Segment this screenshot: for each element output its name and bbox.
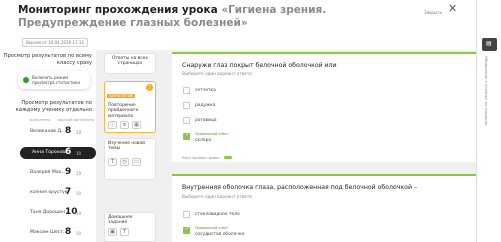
toggle-dot-icon: [23, 77, 29, 83]
step-new-topic[interactable]: Изучение новой темы T ◷ ▭: [104, 138, 156, 180]
step-label: Повторение пройденного материала: [108, 103, 139, 119]
step-homework[interactable]: Домашнее задание ▣ T: [104, 212, 156, 242]
question-title: Внутренняя оболочка глаза, расположенная…: [182, 184, 418, 191]
correct-answer-text: сосудистая оболочка: [195, 232, 245, 237]
student-name: Великанов Д...: [30, 129, 66, 134]
comments-label: Обращение к ученику по заданию: [484, 56, 489, 125]
toggle-label: Включить режим просмотра статистики: [32, 75, 80, 85]
correct-answer-label: Правильный ответ: [195, 226, 229, 230]
grid-icon: ▦: [132, 121, 141, 130]
student-max: 10: [76, 130, 82, 135]
step-badge-count: 5: [146, 84, 153, 91]
list-icon: ≡: [120, 121, 129, 130]
student-name: ксения орустук: [30, 190, 68, 195]
correct-checkbox-icon: [183, 132, 190, 140]
time-bar: [224, 156, 232, 159]
option-checkbox: [183, 211, 190, 218]
option-checkbox: [183, 87, 190, 94]
student-row[interactable]: Таня Дорошен... 10 10: [20, 207, 96, 219]
option-text: стекловидное тело: [195, 212, 240, 217]
option-checkbox: [183, 102, 190, 109]
student-row-active[interactable]: Анна Торохова 6 10: [20, 147, 96, 159]
step-badge: ЗАКРЕПЛЕНИЕ: [107, 94, 136, 98]
student-score: 9: [65, 167, 72, 177]
column-header-done: выполнено: [30, 118, 51, 122]
student-score: 8: [65, 227, 72, 237]
question-hint: Выберите один вариант ответа: [182, 71, 252, 76]
step-icons: ⓘ ≡ ▦: [105, 121, 155, 132]
student-max: 10: [76, 211, 82, 216]
option-checkbox: [183, 117, 190, 124]
question-title: Снаружи глаз покрыт белочной оболочкой и…: [182, 62, 337, 69]
option-text: радужка: [195, 103, 216, 108]
comments-button[interactable]: ▤: [482, 38, 497, 51]
step-all-pages[interactable]: Ответы на всех страницах: [104, 53, 156, 74]
header: Мониторинг прохождения урока «Гигиена зр…: [0, 0, 476, 50]
correct-checkbox-icon: [183, 226, 190, 234]
student-row[interactable]: Валерия Мах... 9 10: [20, 167, 96, 179]
student-score: 8: [65, 126, 72, 136]
step-label: Изучение новой темы: [108, 141, 146, 152]
question-card: Снаружи глаз покрыт белочной оболочкой и…: [172, 52, 478, 162]
student-max: 10: [76, 151, 82, 156]
step-icons: ▣ T: [105, 227, 155, 239]
close-label[interactable]: Закрыть: [424, 10, 442, 15]
step-label: Домашнее задание: [108, 215, 133, 226]
student-name: Таня Дорошен...: [30, 210, 70, 215]
student-score: 6: [65, 147, 72, 157]
text-icon: T: [120, 227, 129, 236]
option-text: роговица: [195, 118, 217, 123]
section-each-student: Просмотр результатов по каждому ученику …: [15, 100, 92, 113]
option-text: сетчатка: [195, 88, 216, 93]
student-name: Валерия Мах...: [30, 170, 66, 175]
student-row[interactable]: ксения орустук 7 10: [20, 187, 96, 199]
title-main: Мониторинг прохождения урока: [18, 4, 218, 16]
answers-panel: Снаружи глаз покрыт белочной оболочкой и…: [168, 50, 478, 242]
student-max: 10: [76, 171, 82, 176]
correct-answer-text: склера: [195, 138, 212, 143]
left-panel: Просмотр результатов по всему классу сра…: [0, 50, 96, 242]
video-icon: ▭: [132, 157, 141, 166]
lesson-steps-column: Ответы на всех страницах ЗАКРЕПЛЕНИЕ 5 П…: [96, 50, 168, 242]
column-header-total: заданий выполнено: [57, 118, 94, 122]
step-repeat[interactable]: ЗАКРЕПЛЕНИЕ 5 Повторение пройденного мат…: [104, 81, 156, 133]
text-icon: T: [108, 157, 117, 166]
question-hint: Выберите один вариант ответа: [182, 194, 252, 199]
student-name: Анна Торохова: [32, 150, 68, 155]
student-score: 7: [65, 187, 72, 197]
right-rail: ▤ Обращение к ученику по заданию: [476, 0, 501, 242]
info-icon: ⓘ: [108, 121, 117, 130]
page-title: Мониторинг прохождения урока «Гигиена зр…: [18, 4, 398, 30]
student-row[interactable]: Максим Шест... 8 10: [20, 227, 96, 239]
image-icon: ▣: [108, 227, 117, 236]
question-card: Внутренняя оболочка глаза, расположенная…: [172, 174, 478, 242]
correct-answer-label: Правильный ответ: [195, 132, 229, 136]
clock-icon: ◷: [120, 157, 129, 166]
step-label: Ответы на всех страницах: [112, 56, 148, 67]
section-all-class: Просмотр результатов по всему классу сра…: [3, 53, 92, 66]
step-icons: T ◷ ▭: [105, 154, 155, 169]
student-max: 10: [76, 191, 82, 196]
page: Мониторинг прохождения урока «Гигиена зр…: [0, 0, 501, 242]
statistics-toggle[interactable]: Включить режим просмотра статистики: [18, 71, 90, 89]
student-max: 10: [76, 231, 82, 236]
close-icon[interactable]: ✕: [448, 3, 457, 14]
version-select[interactable]: Версия от 10.04.2020 17:13: [22, 38, 88, 47]
student-row[interactable]: Великанов Д... 8 10: [20, 126, 96, 138]
chat-icon: ▤: [486, 40, 492, 47]
time-label: Ельсі пройден время: [182, 156, 220, 160]
student-name: Максим Шест...: [30, 230, 68, 235]
